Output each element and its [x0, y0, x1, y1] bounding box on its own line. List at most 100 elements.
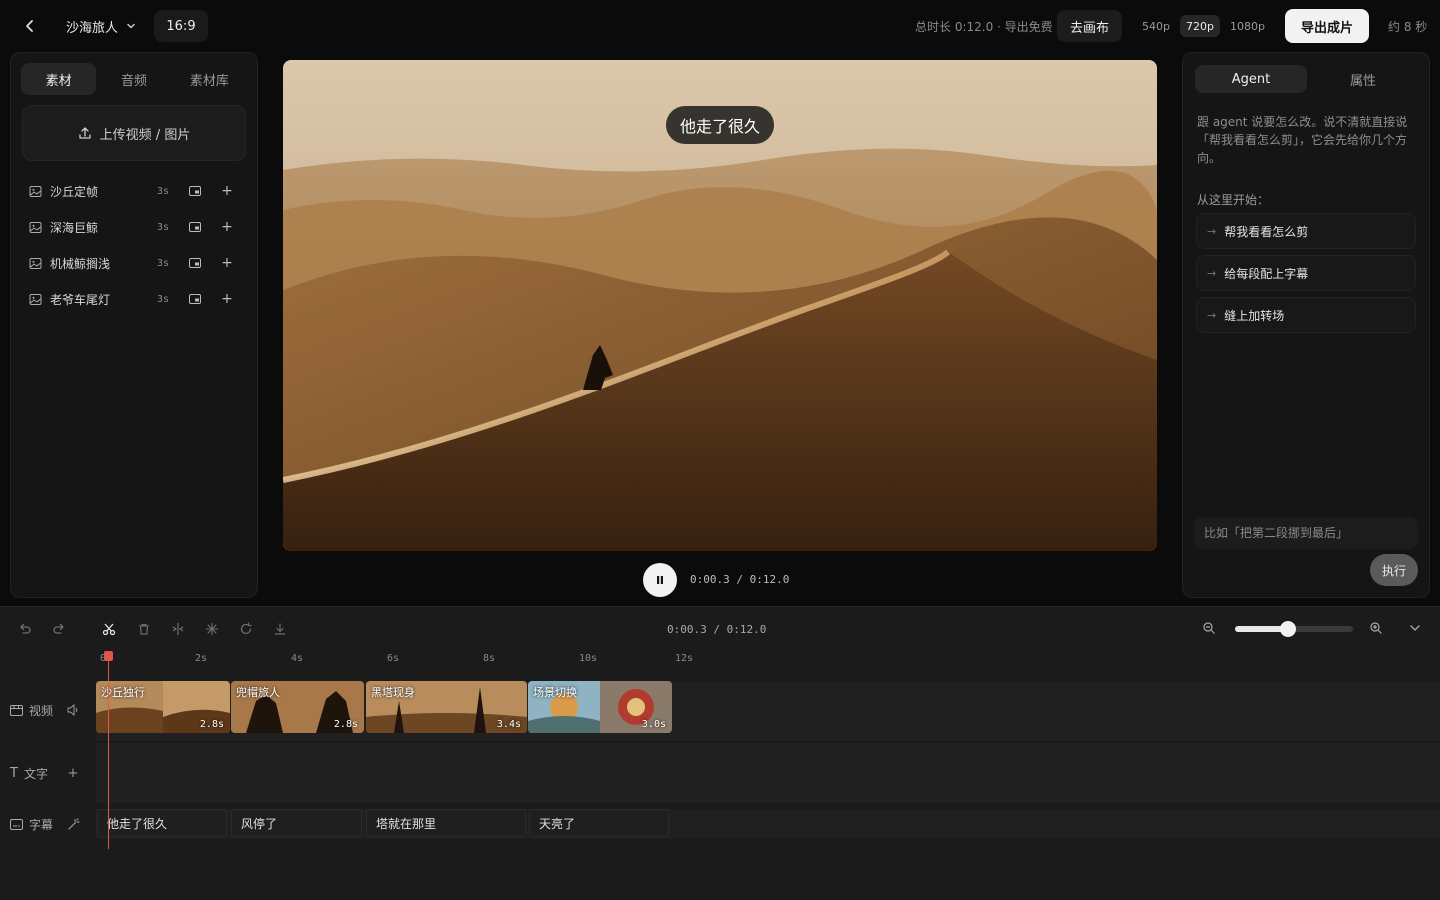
text-track: T 文字 + — [0, 743, 1440, 803]
scissors-icon[interactable] — [99, 619, 119, 639]
export-button[interactable]: 导出成片 — [1285, 9, 1369, 43]
add-to-timeline-icon[interactable]: + — [215, 287, 239, 311]
suggestion-item[interactable]: → 给每段配上字幕 — [1196, 255, 1416, 291]
asset-duration: 3s — [157, 293, 170, 305]
asset-duration: 3s — [157, 221, 170, 233]
clip-label: 场景切换 — [533, 686, 577, 699]
clip-duration: 3.4s — [496, 719, 521, 730]
suggestion-list: → 帮我看看怎么剪 → 给每段配上字幕 → 缝上加转场 — [1196, 213, 1416, 339]
add-to-timeline-icon[interactable]: + — [215, 179, 239, 203]
magic-wand-icon[interactable] — [66, 817, 80, 831]
text-track-lane[interactable] — [96, 743, 1440, 803]
video-track-label: 视频 — [10, 702, 53, 719]
add-text-icon[interactable]: + — [66, 766, 80, 781]
agent-tabs: Agent 属性 — [1195, 65, 1419, 93]
asset-item[interactable]: 沙丘定帧 3s + — [21, 173, 247, 209]
arrow-right-icon: → — [1207, 266, 1217, 280]
aspect-ratio-button[interactable]: 16:9 — [154, 10, 208, 42]
picture-in-picture-icon[interactable] — [183, 179, 207, 203]
tab-media[interactable]: 素材 — [21, 63, 97, 95]
zoom-slider-handle[interactable] — [1280, 621, 1297, 637]
film-icon — [10, 705, 23, 716]
sparkle-icon[interactable] — [202, 619, 222, 639]
add-to-timeline-icon[interactable]: + — [215, 215, 239, 239]
resolution-selector: 540p 720p 1080p — [1136, 15, 1271, 37]
trash-icon[interactable] — [134, 619, 154, 639]
suggestion-label: 缝上加转场 — [1224, 308, 1285, 323]
tab-agent[interactable]: Agent — [1195, 65, 1307, 93]
pause-button[interactable] — [643, 563, 677, 597]
chevron-left-icon — [26, 20, 33, 32]
download-icon[interactable] — [270, 619, 290, 639]
preview-caption: 他走了很久 — [666, 106, 774, 144]
video-clip[interactable]: 兜帽旅人 2.8s — [231, 681, 364, 733]
subtitle-clip[interactable]: 天亮了 — [529, 809, 669, 837]
subtitle-clip[interactable]: 风停了 — [231, 809, 362, 837]
picture-in-picture-icon[interactable] — [183, 251, 207, 275]
asset-name: 沙丘定帧 — [50, 184, 99, 199]
time-ruler[interactable]: 0s 2s 4s 6s 8s 10s 12s — [0, 651, 1440, 675]
rotate-icon[interactable] — [236, 619, 256, 639]
suggestion-item[interactable]: → 帮我看看怎么剪 — [1196, 213, 1416, 249]
arrow-right-icon: → — [1207, 224, 1217, 238]
text-icon: T — [10, 766, 18, 781]
chevron-down-icon — [127, 23, 135, 29]
zoom-in-icon[interactable] — [1369, 621, 1385, 637]
tab-library[interactable]: 素材库 — [172, 63, 247, 95]
project-selector[interactable]: 沙海旅人 — [56, 10, 146, 42]
start-label: 从这里开始： — [1197, 193, 1270, 207]
upload-icon — [79, 127, 91, 139]
project-name: 沙海旅人 — [66, 20, 119, 36]
resolution-720p[interactable]: 720p — [1179, 15, 1220, 37]
asset-name: 机械鲸搁浅 — [50, 256, 111, 271]
clip-duration: 2.8s — [333, 719, 358, 730]
tab-properties[interactable]: 属性 — [1307, 65, 1419, 93]
subtitle-icon — [10, 819, 23, 830]
resolution-1080p[interactable]: 1080p — [1224, 15, 1271, 37]
go-canvas-button[interactable]: 去画布 — [1057, 10, 1122, 42]
upload-button[interactable]: 上传视频 / 图片 — [22, 105, 246, 161]
chevron-down-icon[interactable] — [1408, 621, 1424, 637]
asset-item[interactable]: 深海巨鲸 3s + — [21, 209, 247, 245]
asset-item[interactable]: 机械鲸搁浅 3s + — [21, 245, 247, 281]
asset-name: 老爷车尾灯 — [50, 292, 111, 307]
agent-panel: Agent 属性 跟 agent 说要怎么改。说不清就直接说「帮我看看怎么剪」，… — [1182, 52, 1430, 598]
zoom-slider[interactable] — [1235, 621, 1353, 637]
video-clip[interactable]: 场景切换 3.0s — [528, 681, 672, 733]
picture-in-picture-icon[interactable] — [183, 215, 207, 239]
media-tabs: 素材 音频 素材库 — [21, 63, 247, 95]
add-to-timeline-icon[interactable]: + — [215, 251, 239, 275]
back-button[interactable] — [14, 10, 46, 42]
zoom-out-icon[interactable] — [1202, 621, 1218, 637]
clip-duration: 3.0s — [641, 719, 666, 730]
asset-duration: 3s — [157, 257, 170, 269]
ruler-tick: 4s — [291, 653, 304, 664]
subtitle-clip[interactable]: 塔就在那里 — [366, 809, 526, 837]
playhead[interactable] — [108, 653, 109, 849]
run-button[interactable]: 执行 — [1370, 554, 1418, 586]
asset-item[interactable]: 老爷车尾灯 3s + — [21, 281, 247, 317]
suggestion-item[interactable]: → 缝上加转场 — [1196, 297, 1416, 333]
image-icon — [29, 185, 42, 197]
undo-icon[interactable] — [15, 619, 35, 639]
image-icon — [29, 221, 42, 233]
tab-audio[interactable]: 音频 — [96, 63, 171, 95]
ruler-tick: 8s — [483, 653, 496, 664]
agent-command-input[interactable] — [1194, 517, 1418, 549]
redo-icon[interactable] — [49, 619, 69, 639]
video-clip[interactable]: 沙丘独行 2.8s — [96, 681, 230, 733]
clip-label: 兜帽旅人 — [236, 686, 280, 699]
resolution-540p[interactable]: 540p — [1136, 15, 1176, 37]
speaker-icon[interactable] — [66, 703, 80, 717]
image-icon — [29, 293, 42, 305]
media-panel: 素材 音频 素材库 上传视频 / 图片 沙丘定帧 3s + 深海巨鲸 3s + … — [10, 52, 258, 598]
asset-duration: 3s — [157, 185, 170, 197]
video-clip[interactable]: 黑塔现身 3.4s — [366, 681, 527, 733]
split-icon[interactable] — [168, 619, 188, 639]
picture-in-picture-icon[interactable] — [183, 287, 207, 311]
subtitle-clip[interactable]: 他走了很久 — [97, 809, 227, 837]
clip-duration: 2.8s — [199, 719, 224, 730]
timeline-time-readout: 0:00.3 / 0:12.0 — [667, 623, 767, 636]
subtitle-track-label: 字幕 — [10, 816, 53, 833]
timeline: 0:00.3 / 0:12.0 0s 2s 4s 6s 8s 10s 12s 视… — [0, 606, 1440, 900]
